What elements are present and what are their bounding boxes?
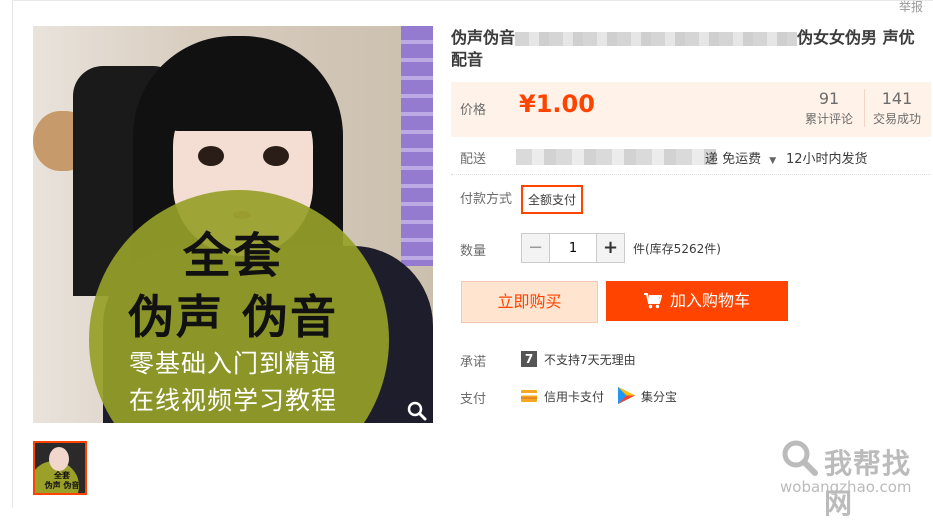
add-to-cart-label: 加入购物车 (669, 291, 750, 310)
add-to-cart-button[interactable]: 加入购物车 (606, 281, 788, 321)
jifenbao-text[interactable]: 集分宝 (641, 388, 677, 405)
promise-text[interactable]: 不支持7天无理由 (544, 351, 636, 368)
thumbnail-1[interactable]: 全套 伪声 伪音 (33, 441, 87, 495)
shipping-time: 12小时内发货 (786, 152, 868, 167)
image-bangs (169, 71, 319, 131)
credit-card-icon (521, 390, 537, 402)
credit-card-text[interactable]: 信用卡支付 (544, 388, 604, 405)
overlay-text-3: 零基础入门到精通 (128, 349, 337, 378)
overlay-text-1: 全套 (182, 228, 283, 284)
title-blurred-segment (515, 31, 798, 46)
title-start: 伪声伪音 (451, 28, 516, 47)
deals-stat: 141 交易成功 (864, 89, 929, 127)
quantity-stepper: − + (521, 233, 625, 263)
buy-now-button[interactable]: 立即购买 (461, 281, 598, 323)
deals-count: 141 (881, 89, 913, 108)
shipping-label: 配送 (460, 152, 487, 167)
payment-option-full[interactable]: 全额支付 (521, 185, 584, 214)
pay-label: 支付 (460, 392, 487, 407)
product-title: 伪声伪音 伪女女伪男 声优 配音 (451, 27, 921, 71)
cart-icon (643, 293, 663, 309)
promise-label: 承诺 (460, 355, 487, 370)
shipping-free[interactable]: 递 免运费 ▼ (705, 148, 776, 167)
zoom-icon[interactable] (406, 400, 428, 422)
report-link[interactable]: 举报 (899, 0, 923, 15)
price-value: ¥1.00 (519, 90, 595, 118)
price-panel: 价格 ¥1.00 91 累计评论 141 交易成功 (451, 82, 931, 137)
watermark: 我帮找网 wobangzhao.com (780, 436, 930, 520)
thumb-text-2: 伪声 伪音 (44, 481, 80, 490)
jifenbao-icon (618, 387, 635, 404)
thumb-text: 全套 伪声 伪音 (35, 471, 85, 491)
main-product-image[interactable]: 全套 伪声 伪音 零基础入门到精通 在线视频学习教程 (33, 26, 433, 423)
chevron-down-icon: ▼ (769, 156, 777, 166)
quantity-label: 数量 (460, 244, 487, 259)
image-eye-left (198, 146, 224, 166)
thumb-text-1: 全套 (54, 471, 70, 480)
overlay-text-2: 伪声 伪音 (127, 290, 338, 344)
title-end: 伪女女伪男 声优 (797, 28, 915, 47)
reviews-count: 91 (818, 89, 840, 108)
payment-method-label: 付款方式 (460, 192, 513, 207)
thumb-face (49, 447, 69, 471)
shipping-blurred-location (516, 149, 716, 165)
shipping-free-text: 递 免运费 (705, 152, 762, 167)
magnifier-logo-icon (782, 440, 818, 476)
stock-text: 件(库存5262件) (633, 242, 721, 256)
overlay-text-4: 在线视频学习教程 (128, 386, 337, 415)
quantity-decrease-button[interactable]: − (522, 234, 549, 262)
quantity-increase-button[interactable]: + (597, 234, 624, 262)
quantity-input[interactable] (549, 234, 597, 262)
seven-day-icon: 7 (521, 351, 537, 367)
title-line2: 配音 (451, 50, 484, 69)
deals-label: 交易成功 (872, 112, 921, 126)
price-label: 价格 (460, 103, 487, 118)
image-eye-right (263, 146, 289, 166)
reviews-label: 累计评论 (804, 112, 853, 126)
watermark-url: wobangzhao.com (780, 478, 912, 496)
reviews-stat[interactable]: 91 累计评论 (801, 89, 857, 127)
divider (451, 174, 931, 175)
